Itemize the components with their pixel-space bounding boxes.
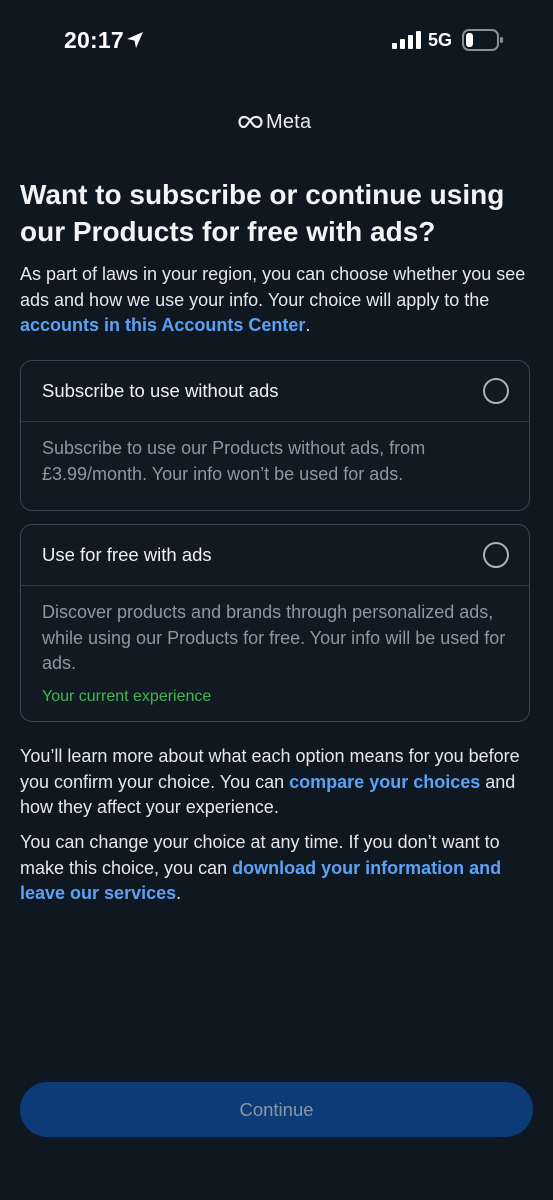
meta-infinity-icon (238, 115, 263, 129)
option-free-description: Discover products and brands through per… (42, 602, 506, 673)
option-free-with-ads-card[interactable]: Use for free with ads Discover products … (20, 524, 530, 722)
option-subscribe-title: Subscribe to use without ads (42, 380, 279, 401)
continue-button[interactable]: Continue (20, 1082, 533, 1137)
option-free-radio[interactable] (483, 542, 509, 568)
learn-more-text: You’ll learn more about what each option… (20, 746, 520, 817)
meta-wordmark: Meta (266, 110, 312, 133)
current-experience-label: Your current experience (42, 687, 212, 705)
option-free-title: Use for free with ads (42, 544, 212, 565)
accounts-center-link[interactable]: accounts in this Accounts Center (20, 315, 305, 335)
option-free-body: Discover products and brands through per… (21, 586, 529, 709)
option-subscribe-radio[interactable] (483, 378, 509, 404)
change-choice-text: You can change your choice at any time. … (20, 832, 502, 903)
signal-bars-icon (392, 31, 421, 49)
location-arrow-icon (127, 32, 143, 48)
status-bar: 20:17 5G (0, 0, 553, 84)
option-subscribe-header[interactable]: Subscribe to use without ads (21, 361, 529, 422)
option-free-header[interactable]: Use for free with ads (21, 525, 529, 586)
battery-icon (462, 29, 503, 51)
page-title: Want to subscribe or continue using our … (20, 179, 505, 247)
option-subscribe-card[interactable]: Subscribe to use without ads Subscribe t… (20, 360, 530, 511)
intro-text: As part of laws in your region, you can … (20, 264, 526, 335)
compare-choices-link[interactable]: compare your choices (289, 772, 480, 792)
status-time: 20:17 (64, 27, 124, 53)
network-type: 5G (428, 30, 453, 50)
option-subscribe-description: Subscribe to use our Products without ad… (42, 438, 426, 484)
meta-logo: Meta (238, 110, 311, 134)
